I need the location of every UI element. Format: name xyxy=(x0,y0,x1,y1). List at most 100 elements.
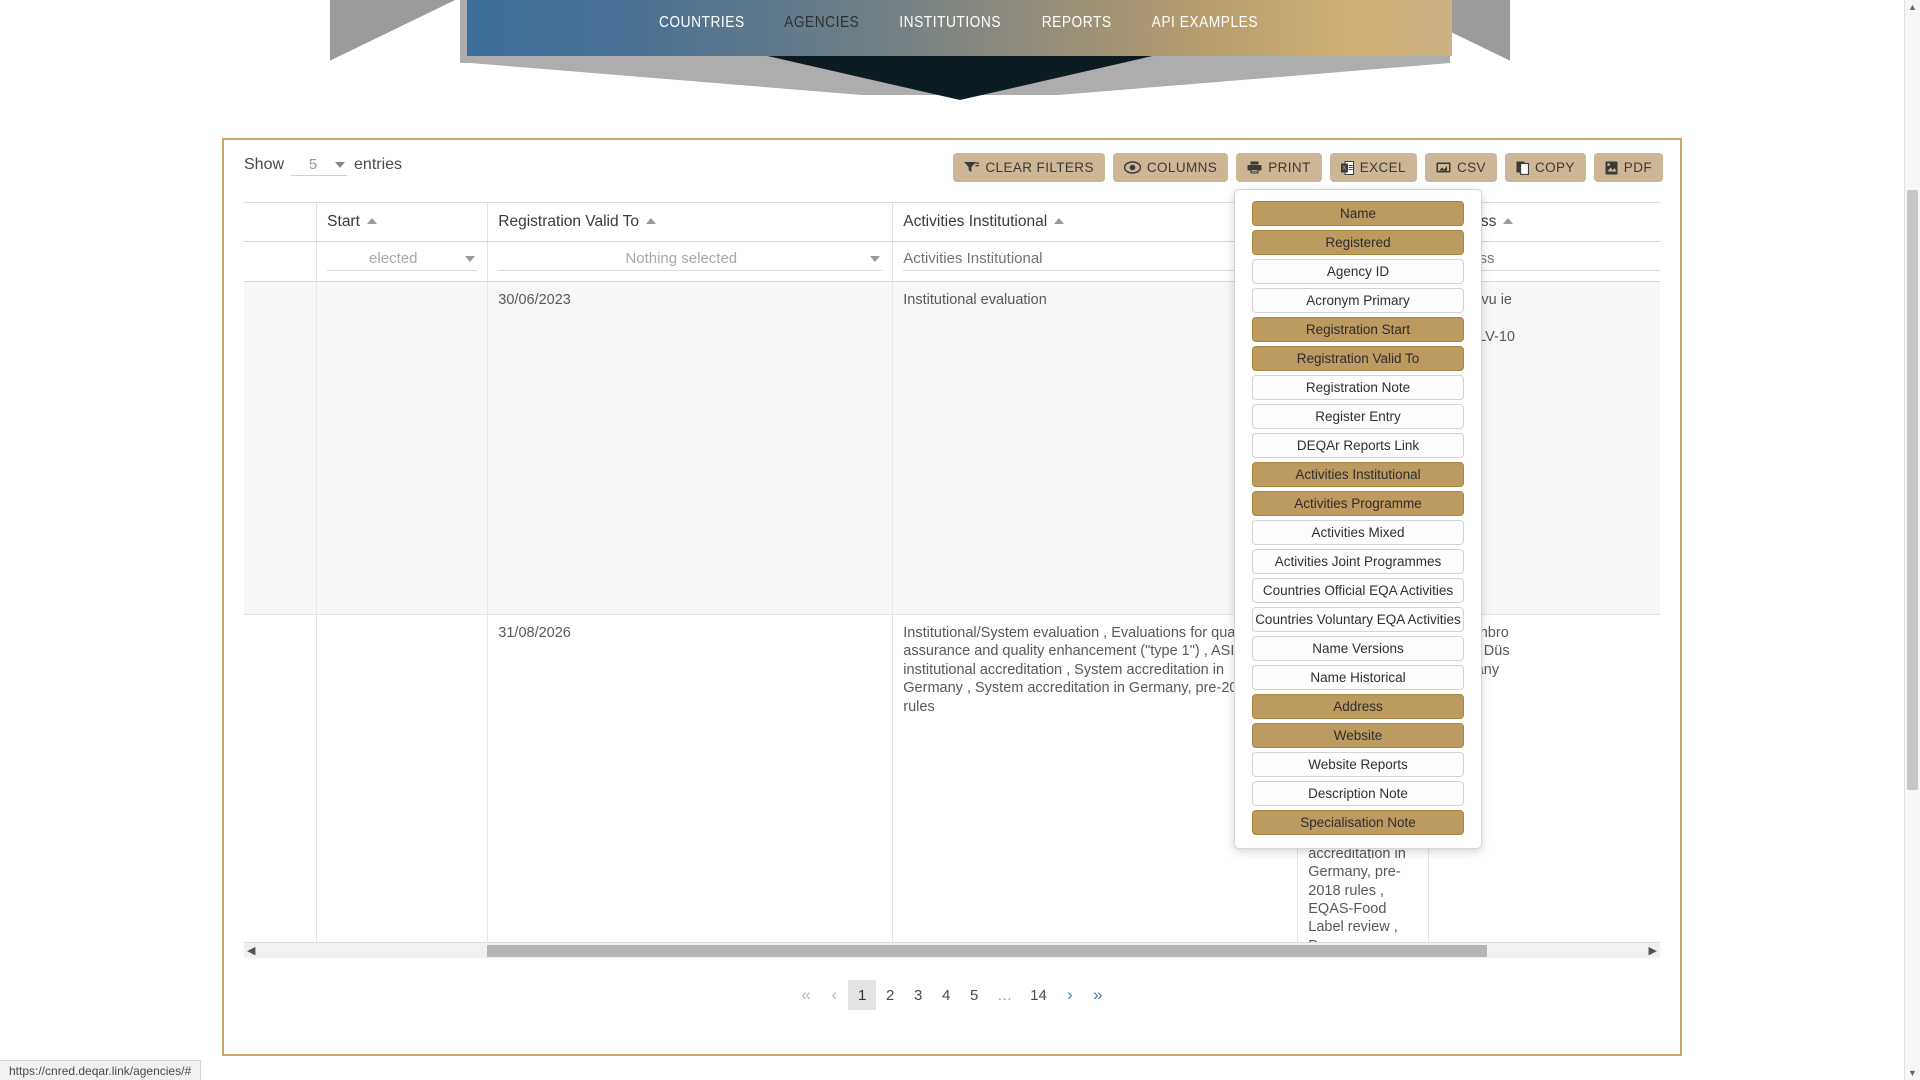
status-bar-url: https://cnred.deqar.link/agencies/# xyxy=(9,1063,192,1078)
pagination-page-5[interactable]: 5 xyxy=(960,980,988,1010)
pagination-next[interactable]: › xyxy=(1056,980,1084,1010)
column-toggle-name-historical[interactable]: Name Historical xyxy=(1252,665,1464,690)
column-toggle-agency-id[interactable]: Agency ID xyxy=(1252,259,1464,284)
cell-start xyxy=(316,281,489,615)
cell-registration-valid-to: 31/08/2026 xyxy=(487,614,894,942)
horizontal-scrollbar-thumb[interactable] xyxy=(487,945,1487,957)
filter-select-registration-valid-to[interactable]: Nothing selected xyxy=(498,248,883,271)
column-toggle-description-note[interactable]: Description Note xyxy=(1252,781,1464,806)
pdf-file-icon xyxy=(1605,161,1618,175)
nav-item-institutions[interactable]: INSTITUTIONS xyxy=(900,14,1002,32)
excel-export-button[interactable]: X EXCEL xyxy=(1329,153,1417,182)
pagination-prev[interactable]: ‹ xyxy=(820,980,848,1010)
pagination-page-3[interactable]: 3 xyxy=(904,980,932,1010)
column-toggle-activities-institutional[interactable]: Activities Institutional xyxy=(1252,462,1464,487)
sort-asc-icon xyxy=(366,218,377,224)
sort-asc-icon xyxy=(1054,218,1065,224)
nav-item-countries[interactable]: COUNTRIES xyxy=(659,14,745,32)
header-label-activities-institutional: Activities Institutional xyxy=(903,213,1048,230)
column-toggle-countries-voluntary-eqa-activities[interactable]: Countries Voluntary EQA Activities xyxy=(1252,607,1464,632)
sort-asc-icon xyxy=(646,218,657,224)
filter-icon xyxy=(964,161,980,174)
column-toggle-activities-joint-programmes[interactable]: Activities Joint Programmes xyxy=(1252,549,1464,574)
column-toggle-activities-programme[interactable]: Activities Programme xyxy=(1252,491,1464,516)
chevron-down-icon xyxy=(465,256,476,262)
printer-icon xyxy=(1247,161,1262,174)
site-header: COUNTRIES AGENCIES INSTITUTIONS REPORTS … xyxy=(0,0,1920,100)
filter-cell-start[interactable]: elected xyxy=(316,241,489,282)
pagination-page-1[interactable]: 1 xyxy=(848,980,877,1010)
header-label-start: Start xyxy=(327,213,360,230)
entries-label: entries xyxy=(354,156,403,173)
cell-spacer xyxy=(244,614,318,942)
csv-export-button[interactable]: CSV xyxy=(1424,153,1497,182)
column-toggle-register-entry[interactable]: Register Entry xyxy=(1252,404,1464,429)
column-toggle-registration-note[interactable]: Registration Note xyxy=(1252,375,1464,400)
pagination-page-4[interactable]: 4 xyxy=(932,980,960,1010)
csv-label: CSV xyxy=(1456,160,1486,175)
scroll-right-icon[interactable]: ▶ xyxy=(1649,945,1657,957)
columns-label: COLUMNS xyxy=(1146,160,1218,175)
filter-select-registration-valid-to-value: Nothing selected xyxy=(625,250,738,267)
filter-select-start[interactable]: elected xyxy=(327,248,478,271)
page-scrollbar-thumb[interactable] xyxy=(1907,190,1918,790)
filter-input-activities-institutional[interactable] xyxy=(903,248,1288,271)
filter-cell-registration-valid-to[interactable]: Nothing selected xyxy=(487,241,894,282)
column-toggle-countries-official-eqa-activities[interactable]: Countries Official EQA Activities xyxy=(1252,578,1464,603)
pagination-ellipsis: … xyxy=(997,986,1013,1004)
export-toolbar: CLEAR FILTERS COLUMNS PRINT X EXCEL CSV … xyxy=(953,153,1663,182)
copy-button[interactable]: COPY xyxy=(1504,153,1586,182)
column-toggle-registration-valid-to[interactable]: Registration Valid To xyxy=(1252,346,1464,371)
pagination-last[interactable]: » xyxy=(1084,980,1112,1010)
clear-filters-button[interactable]: CLEAR FILTERS xyxy=(953,153,1105,182)
page-vertical-scrollbar[interactable]: ▲ ▼ xyxy=(1904,0,1920,1080)
nav-item-api-examples[interactable]: API EXAMPLES xyxy=(1152,14,1258,32)
nav-item-reports[interactable]: REPORTS xyxy=(1041,14,1111,32)
column-toggle-deqar-reports-link[interactable]: DEQAr Reports Link xyxy=(1252,433,1464,458)
browser-status-bar: https://cnred.deqar.link/agencies/# xyxy=(0,1060,202,1080)
filter-cell-spacer xyxy=(244,241,318,282)
excel-label: EXCEL xyxy=(1359,160,1406,175)
header-label-registration-valid-to: Registration Valid To xyxy=(498,213,640,230)
cell-registration-valid-to: 30/06/2023 xyxy=(487,281,894,615)
chevron-down-icon xyxy=(335,162,346,168)
banner-gray-left-wing xyxy=(330,0,460,63)
column-toggle-name[interactable]: Name xyxy=(1252,201,1464,226)
copy-label: COPY xyxy=(1534,160,1575,175)
filter-select-start-value: elected xyxy=(369,250,418,267)
scroll-left-icon[interactable]: ◀ xyxy=(247,945,255,957)
print-label: PRINT xyxy=(1268,160,1311,175)
column-toggle-address[interactable]: Address xyxy=(1252,694,1464,719)
column-toggle-website[interactable]: Website xyxy=(1252,723,1464,748)
column-toggle-name-versions[interactable]: Name Versions xyxy=(1252,636,1464,661)
column-toggle-registration-start[interactable]: Registration Start xyxy=(1252,317,1464,342)
column-toggle-acronym-primary[interactable]: Acronym Primary xyxy=(1252,288,1464,313)
column-header-spacer xyxy=(244,203,318,242)
column-header-registration-valid-to[interactable]: Registration Valid To xyxy=(487,203,894,242)
show-label: Show xyxy=(244,156,285,173)
columns-button[interactable]: COLUMNS xyxy=(1112,153,1229,182)
column-header-start[interactable]: Start xyxy=(316,203,489,242)
chevron-down-icon xyxy=(870,256,881,262)
scroll-down-icon[interactable]: ▼ xyxy=(1908,1068,1917,1078)
pagination-page-14[interactable]: 14 xyxy=(1021,980,1056,1010)
nav-item-agencies[interactable]: AGENCIES xyxy=(784,14,859,32)
entries-select[interactable]: 5 xyxy=(291,156,348,176)
main-navigation: COUNTRIES AGENCIES INSTITUTIONS REPORTS … xyxy=(467,14,1452,32)
column-toggle-specialisation-note[interactable]: Specialisation Note xyxy=(1252,810,1464,835)
clear-filters-label: CLEAR FILTERS xyxy=(985,160,1094,175)
column-toggle-activities-mixed[interactable]: Activities Mixed xyxy=(1252,520,1464,545)
scroll-up-icon[interactable]: ▲ xyxy=(1908,2,1917,12)
column-toggle-registered[interactable]: Registered xyxy=(1252,230,1464,255)
print-button[interactable]: PRINT xyxy=(1236,153,1322,182)
table-horizontal-scrollbar[interactable]: ◀ ▶ xyxy=(244,942,1660,958)
column-toggle-website-reports[interactable]: Website Reports xyxy=(1252,752,1464,777)
pagination-page-2[interactable]: 2 xyxy=(876,980,904,1010)
pagination-first[interactable]: « xyxy=(792,980,820,1010)
pdf-export-button[interactable]: PDF xyxy=(1593,153,1663,182)
entries-value: 5 xyxy=(308,156,318,173)
excel-file-icon: X xyxy=(1340,160,1354,175)
sort-asc-icon xyxy=(1503,218,1514,224)
copy-icon xyxy=(1516,161,1529,175)
pdf-label: PDF xyxy=(1623,160,1652,175)
